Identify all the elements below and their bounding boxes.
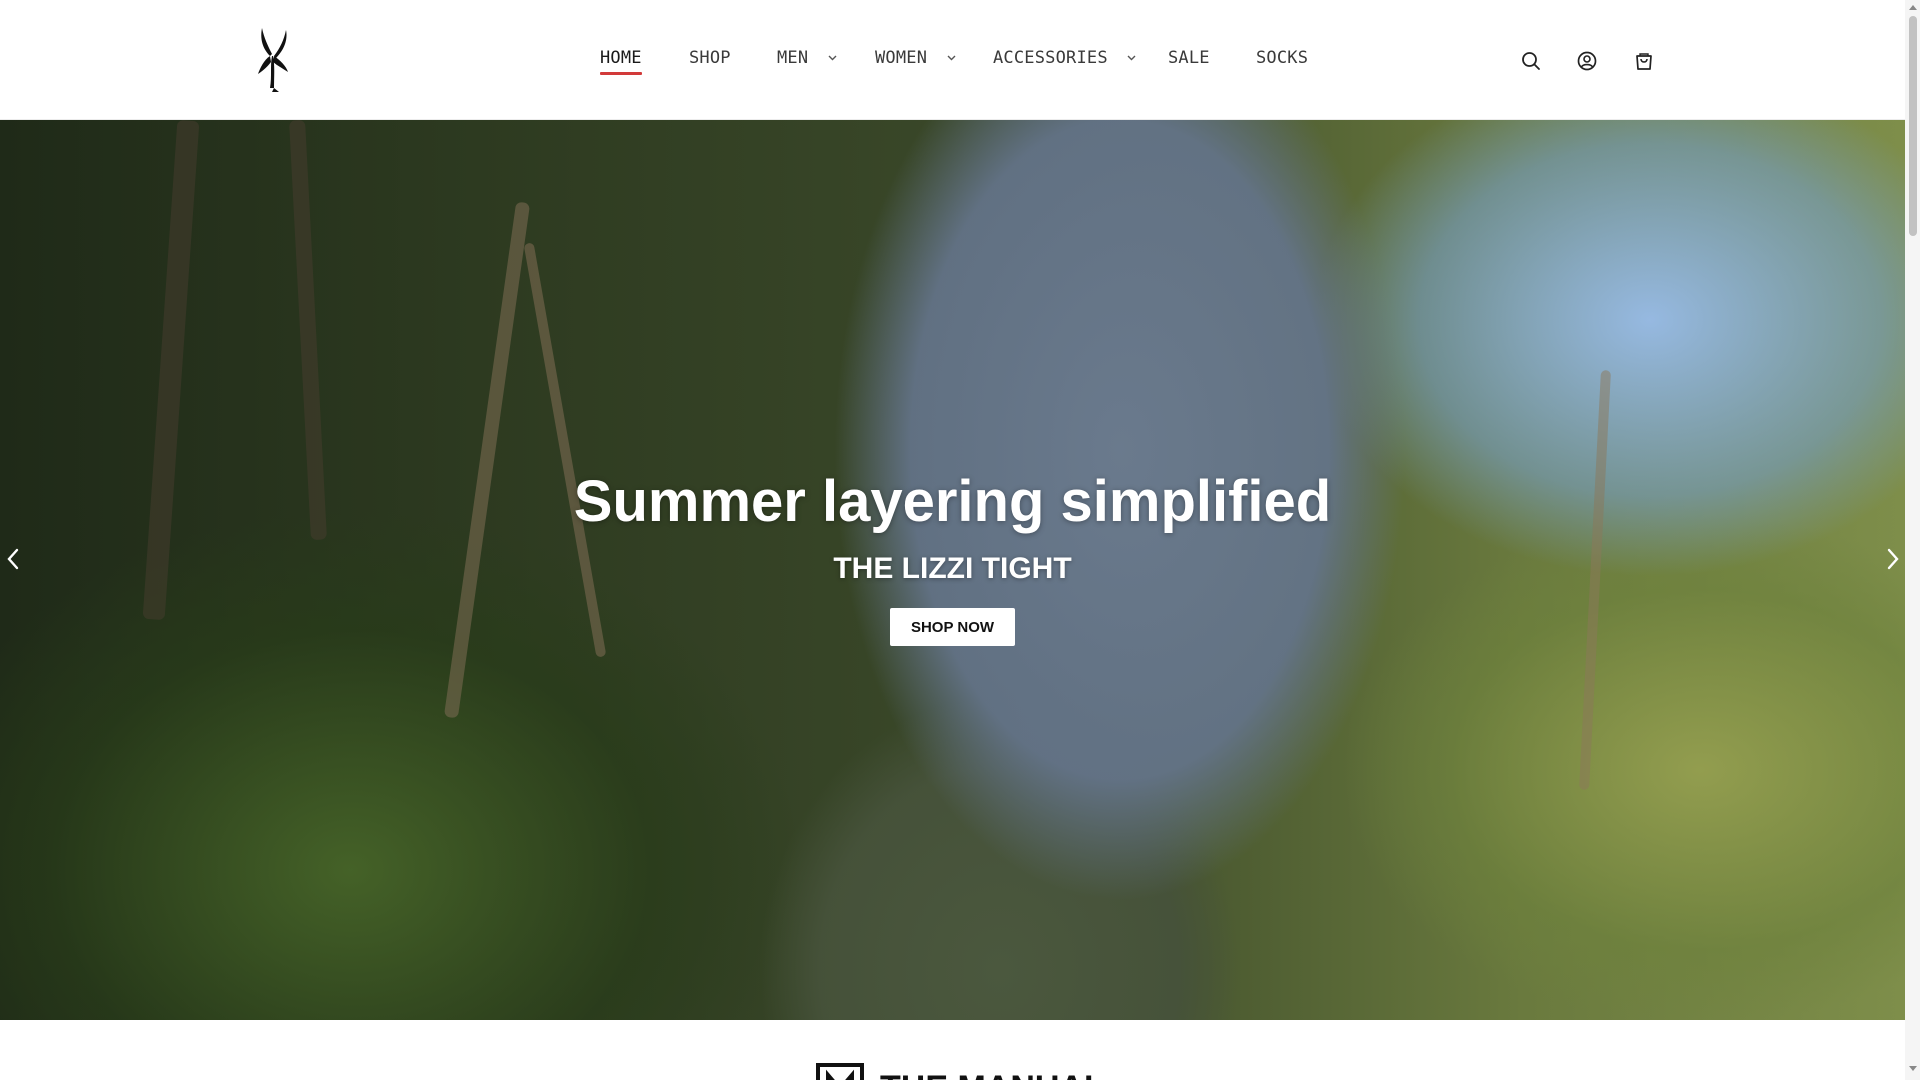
nav-socks-label: SOCKS [1256, 48, 1309, 68]
nav-women-label: WOMEN [875, 48, 928, 68]
scroll-thumb[interactable] [1909, 16, 1917, 236]
cart-icon[interactable] [1632, 49, 1656, 73]
brand-logo[interactable] [250, 26, 294, 94]
chevron-down-icon [947, 55, 956, 61]
nav-men-label: MEN [777, 48, 809, 68]
chevron-down-icon [1127, 55, 1136, 61]
nav-sale[interactable]: SALE [1168, 48, 1210, 68]
chevron-right-icon[interactable] [1880, 544, 1904, 574]
the-manual-logo: THE MANUAL [816, 1063, 1096, 1080]
tree-trunk [523, 242, 607, 658]
tree-trunk [142, 120, 200, 621]
chevron-down-icon [828, 55, 837, 61]
hero-slider: Summer layering simplified THE LIZZI TIG… [0, 120, 1905, 1020]
nav-shop[interactable]: SHOP [689, 48, 731, 68]
hero-subtitle: THE LIZZI TIGHT [833, 552, 1072, 585]
nav-accessories-label: ACCESSORIES [993, 48, 1108, 68]
account-icon[interactable] [1575, 49, 1599, 73]
tree-trunk [443, 201, 531, 719]
scroll-up-icon[interactable] [1909, 4, 1917, 10]
page-scrollbar[interactable] [1905, 0, 1920, 1080]
nav-men[interactable]: MEN [777, 48, 837, 68]
nav-shop-label: SHOP [689, 48, 731, 68]
nav-socks[interactable]: SOCKS [1256, 48, 1308, 68]
the-manual-text: THE MANUAL [880, 1069, 1096, 1080]
nav-women[interactable]: WOMEN [875, 48, 956, 68]
shop-now-button[interactable]: SHOP NOW [890, 608, 1015, 646]
chevron-left-icon[interactable] [2, 544, 26, 574]
hero-title: Summer layering simplified [573, 469, 1332, 534]
nav-sale-label: SALE [1168, 48, 1210, 68]
nav-home[interactable]: HOME [600, 48, 642, 75]
site-header: HOME SHOP MEN WOMEN ACCESSORIES SALE SOC… [0, 0, 1905, 120]
nav-accessories[interactable]: ACCESSORIES [993, 48, 1136, 68]
nav-home-label: HOME [600, 48, 642, 68]
scroll-down-icon[interactable] [1909, 1066, 1917, 1072]
search-icon[interactable] [1519, 49, 1543, 73]
